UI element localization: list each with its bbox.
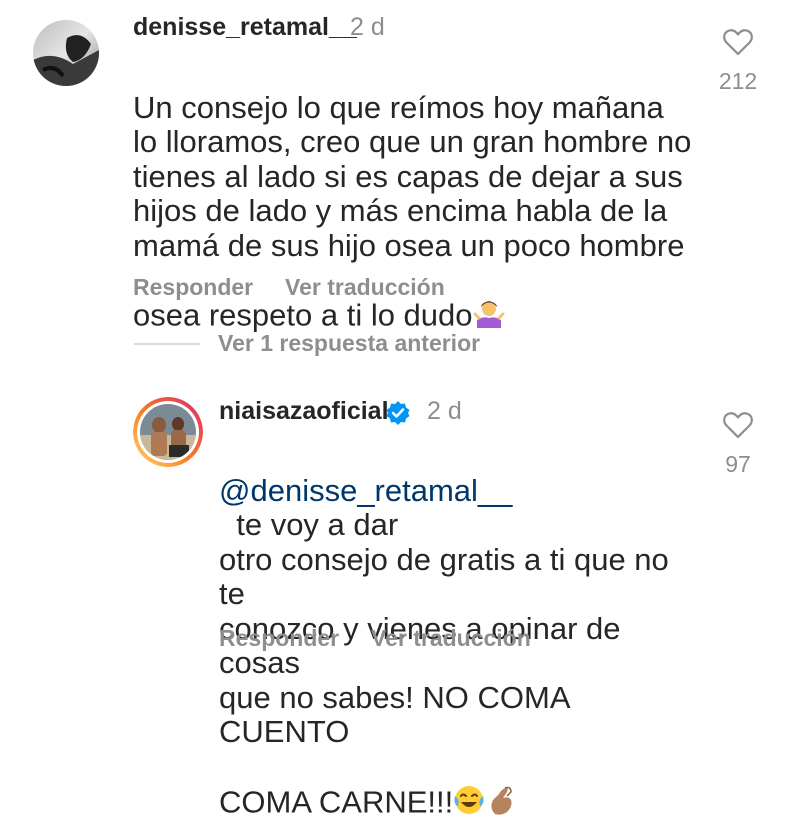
comment-username[interactable]: niaisazaoficial [219,397,389,426]
pinching-hand-icon [485,750,517,824]
view-replies-label: Ver 1 respuesta anterior [218,330,481,356]
person-shrugging-icon [473,263,505,337]
avatar-photo [133,397,203,467]
comment-denisse: denisse_retamal__ 2 d Un consejo lo que … [0,0,800,332]
heart-icon[interactable] [708,411,768,439]
translate-button[interactable]: Ver traducción [371,625,531,652]
heart-icon[interactable] [708,28,768,56]
reply-button[interactable]: Responder [219,625,339,652]
avatar-story-ring[interactable] [133,397,203,467]
verified-badge-icon [385,400,411,431]
comment-username[interactable]: denisse_retamal__ [133,13,357,42]
like-count: 97 [725,451,751,477]
comment-timestamp: 2 d [350,13,385,41]
like-count: 212 [718,68,758,94]
comment-niaisaza: niaisazaoficial 2 d @denisse_retamal__ t… [0,385,800,819]
avatar[interactable] [33,20,99,86]
face-with-tears-of-joy-icon [453,750,485,824]
comment-text: otro consejo de gratis a ti que no te co… [219,541,669,819]
like-column: 212 [708,28,768,95]
mention-link[interactable]: @denisse_retamal__ [219,473,512,508]
divider-line [134,342,200,345]
reply-button[interactable]: Responder [133,274,253,301]
view-replies-toggle[interactable]: Ver 1 respuesta anterior [134,330,480,357]
like-column: 97 [708,411,768,478]
comment-text-inline: te voy a dar [219,507,399,542]
avatar-photo [33,20,99,86]
comment-timestamp: 2 d [427,397,462,425]
translate-button[interactable]: Ver traducción [285,274,445,301]
